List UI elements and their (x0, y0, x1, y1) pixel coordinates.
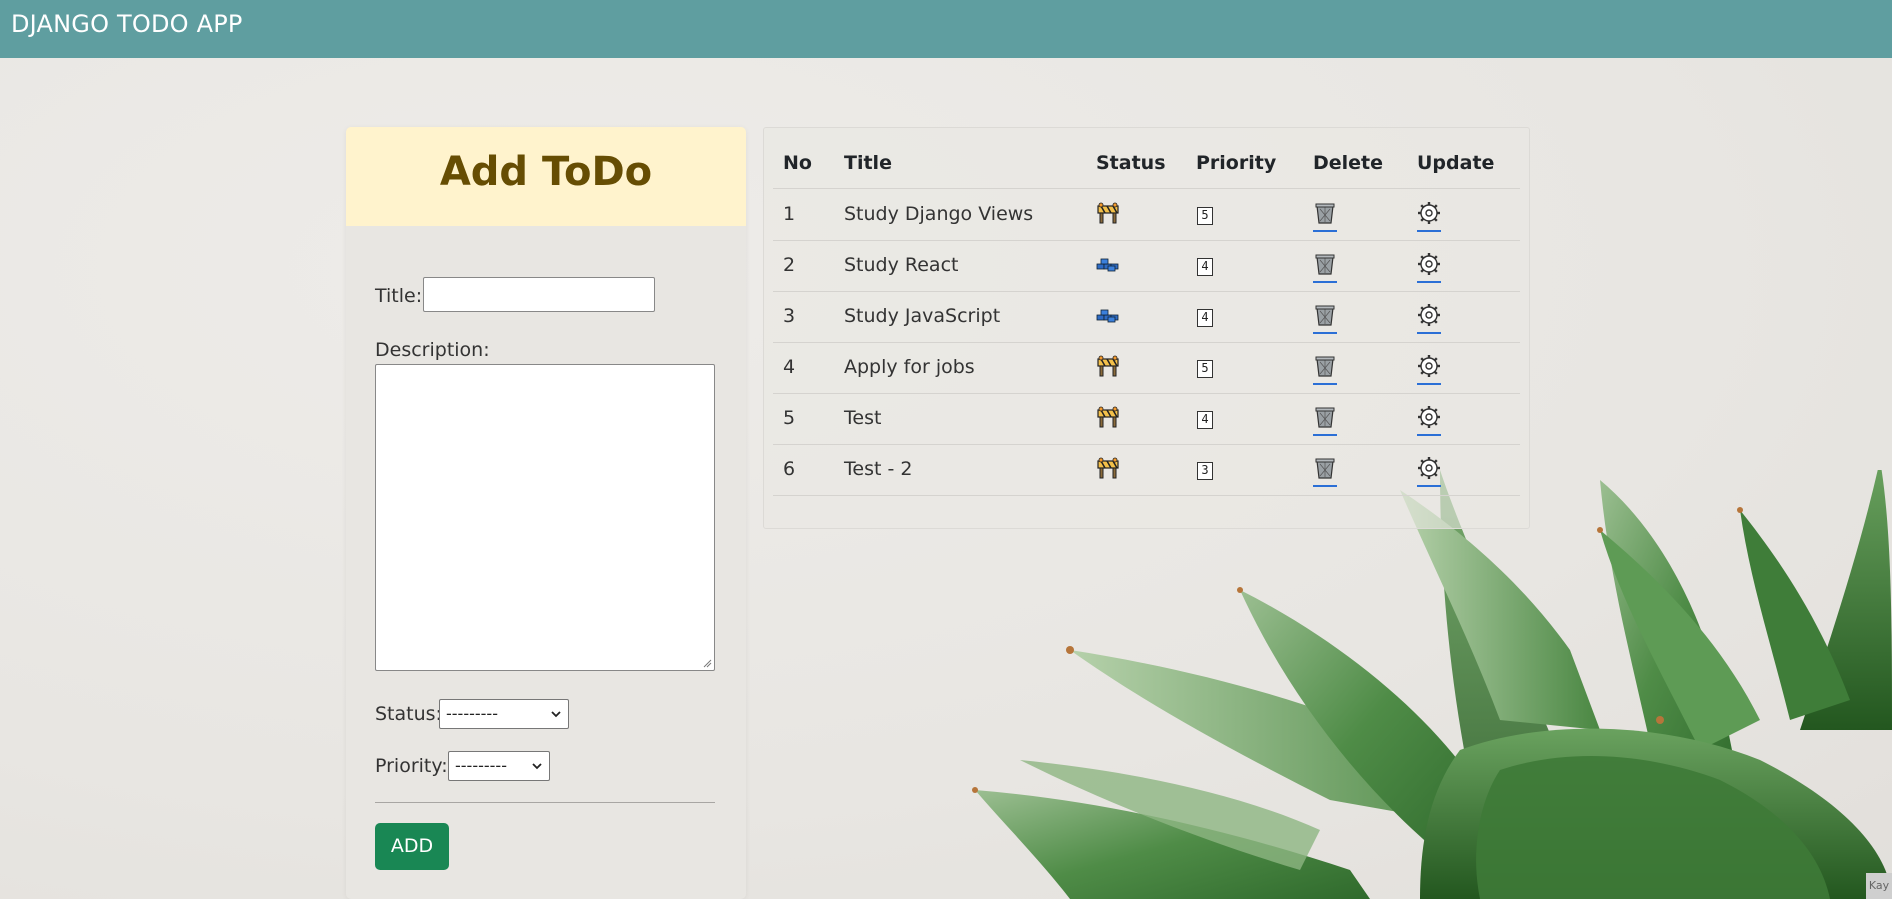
title-input[interactable] (423, 277, 655, 312)
delete-link[interactable] (1313, 354, 1337, 385)
row-title: Apply for jobs (844, 356, 975, 378)
gear-icon (1417, 406, 1441, 433)
update-link[interactable] (1417, 456, 1441, 487)
priority-value: 4 (1197, 258, 1213, 276)
priority-value: 5 (1197, 360, 1213, 378)
row-number: 2 (783, 254, 796, 276)
row-number: 5 (783, 407, 796, 429)
add-button[interactable]: ADD (375, 823, 449, 870)
wastebasket-icon (1313, 203, 1337, 229)
bricks-icon (1096, 308, 1120, 328)
wastebasket-icon (1313, 407, 1337, 433)
row-number: 1 (783, 203, 796, 225)
priority-badge: 4 (1197, 306, 1213, 327)
priority-select-value: --------- (455, 756, 507, 775)
wastebasket-icon (1313, 356, 1337, 382)
priority-badge: 5 (1197, 204, 1213, 225)
update-link[interactable] (1417, 303, 1441, 334)
row-number: 3 (783, 305, 796, 327)
update-link[interactable] (1417, 354, 1441, 385)
update-link[interactable] (1417, 252, 1441, 283)
navbar-brand[interactable]: DJANGO TODO APP (11, 10, 243, 38)
construction-barrier-icon (1096, 406, 1120, 432)
row-title: Test - 2 (844, 458, 913, 480)
wastebasket-icon (1313, 254, 1337, 280)
status-select-value: --------- (446, 704, 498, 723)
header-update: Update (1417, 152, 1495, 174)
corner-tag: Kay (1866, 873, 1892, 899)
priority-badge: 4 (1197, 408, 1213, 429)
gear-icon (1417, 457, 1441, 484)
priority-value: 3 (1197, 462, 1213, 480)
todo-table: No Title Status Priority Delete Update 1… (763, 127, 1530, 529)
gear-icon (1417, 202, 1441, 229)
chevron-down-icon (551, 711, 561, 718)
priority-value: 5 (1197, 207, 1213, 225)
delete-link[interactable] (1313, 252, 1337, 283)
description-textarea[interactable] (375, 364, 715, 671)
table-row: 1 Study Django Views 5 (773, 189, 1520, 241)
update-link[interactable] (1417, 405, 1441, 436)
construction-barrier-icon (1096, 202, 1120, 228)
gear-icon (1417, 355, 1441, 382)
priority-value: 4 (1197, 309, 1213, 327)
table-header-row: No Title Status Priority Delete Update (773, 138, 1520, 189)
table-row: 4 Apply for jobs 5 (773, 342, 1520, 394)
priority-badge: 5 (1197, 357, 1213, 378)
row-title: Study Django Views (844, 203, 1034, 225)
description-label: Description: (375, 339, 490, 361)
gear-icon (1417, 304, 1441, 331)
status-label: Status: (375, 703, 442, 725)
header-status: Status (1096, 152, 1166, 174)
wastebasket-icon (1313, 305, 1337, 331)
priority-value: 4 (1197, 411, 1213, 429)
chevron-down-icon (532, 763, 542, 770)
gear-icon (1417, 253, 1441, 280)
row-title: Test (844, 407, 882, 429)
form-divider (375, 802, 715, 803)
succulent-plant-image (972, 470, 1892, 899)
priority-badge: 3 (1197, 459, 1213, 480)
construction-barrier-icon (1096, 457, 1120, 483)
header-no: No (783, 152, 812, 174)
table-row: 6 Test - 2 3 (773, 444, 1520, 496)
delete-link[interactable] (1313, 456, 1337, 487)
update-link[interactable] (1417, 201, 1441, 232)
header-delete: Delete (1313, 152, 1384, 174)
priority-select[interactable]: --------- (448, 751, 550, 781)
row-number: 4 (783, 356, 796, 378)
delete-link[interactable] (1313, 303, 1337, 334)
navbar: DJANGO TODO APP (0, 0, 1892, 58)
header-title: Title (844, 152, 892, 174)
delete-link[interactable] (1313, 201, 1337, 232)
bricks-icon (1096, 257, 1120, 277)
priority-label: Priority: (375, 755, 448, 777)
card-header: Add ToDo (346, 127, 746, 226)
table-row: 3 Study JavaScript 4 (773, 291, 1520, 343)
title-label: Title: (375, 285, 423, 307)
priority-badge: 4 (1197, 255, 1213, 276)
table-row: 5 Test 4 (773, 393, 1520, 445)
resize-grip-icon[interactable] (702, 658, 712, 668)
construction-barrier-icon (1096, 355, 1120, 381)
header-priority: Priority (1196, 152, 1277, 174)
row-title: Study React (844, 254, 959, 276)
row-title: Study JavaScript (844, 305, 1001, 327)
delete-link[interactable] (1313, 405, 1337, 436)
row-number: 6 (783, 458, 796, 480)
wastebasket-icon (1313, 458, 1337, 484)
card-heading: Add ToDo (439, 149, 653, 195)
table-row: 2 Study React 4 (773, 240, 1520, 292)
add-todo-card: Add ToDo Title: Description: Status: ---… (346, 127, 746, 899)
status-select[interactable]: --------- (439, 699, 569, 729)
